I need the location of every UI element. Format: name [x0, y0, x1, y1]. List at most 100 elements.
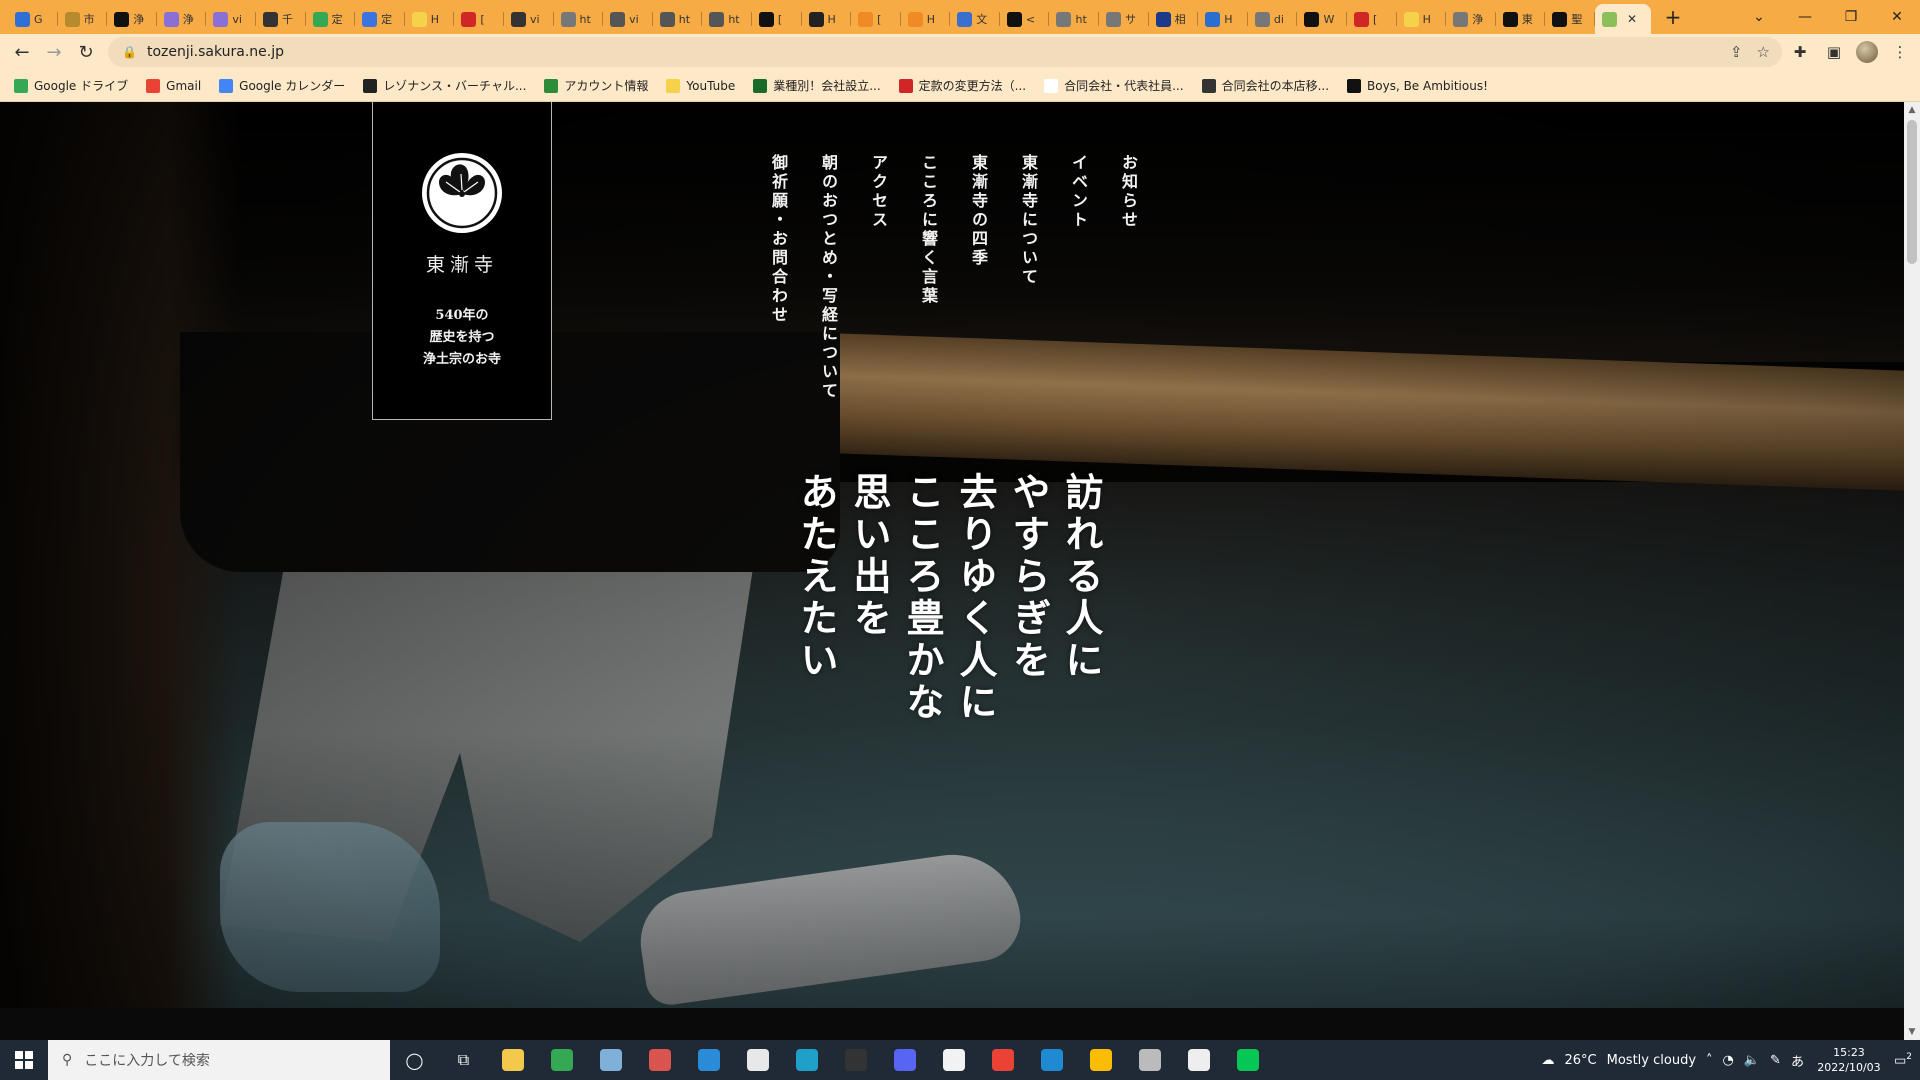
bookmark-item[interactable]: Gmail — [146, 78, 201, 93]
weather-text[interactable]: Mostly cloudy — [1607, 1053, 1696, 1068]
browser-tab[interactable]: ht — [653, 4, 703, 34]
browser-tab[interactable]: 浄 — [157, 4, 207, 34]
new-tab-button[interactable]: + — [1659, 3, 1687, 31]
bookmark-item[interactable]: Boys, Be Ambitious! — [1347, 78, 1488, 93]
taskbar-app-app-red-icon[interactable] — [635, 1040, 684, 1080]
bookmark-item[interactable]: アカウント情報 — [544, 77, 648, 94]
scroll-up-arrow-icon[interactable]: ▲ — [1904, 102, 1920, 118]
start-button[interactable] — [0, 1040, 48, 1080]
browser-tab[interactable]: ✕ — [1595, 4, 1651, 34]
browser-tab[interactable]: 定 — [306, 4, 356, 34]
taskbar-app-notepad-icon[interactable] — [929, 1040, 978, 1080]
browser-tab[interactable]: H — [1397, 4, 1447, 34]
browser-tab[interactable]: 浄 — [1446, 4, 1496, 34]
weather-cloud-icon[interactable]: ☁ — [1542, 1053, 1555, 1068]
taskbar-app-file-explorer-icon[interactable] — [488, 1040, 537, 1080]
taskbar-app-vscode-icon[interactable] — [1027, 1040, 1076, 1080]
cortana-icon[interactable]: ◯ — [390, 1040, 439, 1080]
bookmark-item[interactable]: 合同会社・代表社員... — [1044, 77, 1184, 94]
nav-item-seasons[interactable]: 東漸寺の四季 — [964, 154, 992, 401]
minimize-button[interactable]: — — [1782, 0, 1828, 34]
taskbar-app-terminal-icon[interactable] — [831, 1040, 880, 1080]
taskbar-app-chrome-2-icon[interactable] — [1076, 1040, 1125, 1080]
forward-button[interactable]: → — [38, 36, 70, 68]
bookmark-item[interactable]: 定款の変更方法（... — [898, 77, 1026, 94]
nav-item-news[interactable]: お知らせ — [1114, 154, 1142, 401]
browser-tab[interactable]: ht — [554, 4, 604, 34]
browser-tab[interactable]: H — [405, 4, 455, 34]
nav-item-words[interactable]: こころに響く言葉 — [914, 154, 942, 401]
browser-tab[interactable]: 浄 — [107, 4, 157, 34]
browser-tab[interactable]: [ — [851, 4, 901, 34]
reload-button[interactable]: ↻ — [70, 36, 102, 68]
browser-tab[interactable]: vi — [504, 4, 554, 34]
lock-icon[interactable]: 🔒 — [122, 45, 137, 59]
browser-tab[interactable]: 文 — [950, 4, 1000, 34]
nav-item-events[interactable]: イベント — [1064, 154, 1092, 401]
browser-tab[interactable]: 定 — [355, 4, 405, 34]
browser-tab[interactable]: [ — [752, 4, 802, 34]
network-icon[interactable]: ◔ — [1723, 1053, 1734, 1068]
browser-tab[interactable]: H — [1198, 4, 1248, 34]
bookmark-item[interactable]: 業種別！会社設立... — [753, 77, 881, 94]
tab-search-icon[interactable]: ⌄ — [1736, 0, 1782, 34]
taskbar-app-notes-icon[interactable] — [586, 1040, 635, 1080]
taskbar-app-app-white-icon[interactable] — [1174, 1040, 1223, 1080]
notification-icon[interactable]: ▭2 — [1894, 1052, 1912, 1068]
browser-tab[interactable]: H — [802, 4, 852, 34]
menu-icon[interactable]: ⋮ — [1888, 40, 1912, 64]
taskbar-app-app-gray-icon[interactable] — [1125, 1040, 1174, 1080]
ime-indicator[interactable]: あ — [1791, 1051, 1804, 1070]
browser-tab[interactable]: G — [8, 4, 58, 34]
close-tab-icon[interactable]: ✕ — [1627, 12, 1637, 26]
bookmark-item[interactable]: Google ドライブ — [14, 77, 128, 94]
nav-item-prayer-contact[interactable]: 御祈願・お問合わせ — [764, 154, 792, 401]
pen-icon[interactable]: ✎ — [1770, 1053, 1781, 1068]
taskbar-search[interactable]: ⚲ ここに入力して検索 — [48, 1040, 390, 1080]
browser-tab[interactable]: di — [1248, 4, 1298, 34]
browser-tab[interactable]: 市 — [58, 4, 108, 34]
taskbar-app-discord-icon[interactable] — [880, 1040, 929, 1080]
taskbar-app-chrome-profile-icon[interactable] — [537, 1040, 586, 1080]
browser-tab[interactable]: vi — [206, 4, 256, 34]
browser-tab[interactable]: H — [901, 4, 951, 34]
restore-button[interactable]: ❐ — [1828, 0, 1874, 34]
scroll-down-arrow-icon[interactable]: ▼ — [1904, 1024, 1920, 1040]
browser-tab[interactable]: サ — [1099, 4, 1149, 34]
bookmark-item[interactable]: レゾナンス・バーチャル... — [363, 77, 526, 94]
address-bar[interactable]: 🔒 tozenji.sakura.ne.jp ⇪ ☆ — [108, 37, 1782, 67]
weather-temp[interactable]: 26°C — [1565, 1053, 1597, 1068]
browser-tab[interactable]: 相 — [1149, 4, 1199, 34]
close-window-button[interactable]: ✕ — [1874, 0, 1920, 34]
browser-tab[interactable]: 東 — [1496, 4, 1546, 34]
browser-tab[interactable]: [ — [1347, 4, 1397, 34]
volume-icon[interactable]: 🔈 — [1744, 1053, 1760, 1068]
browser-tab[interactable]: 千 — [256, 4, 306, 34]
task-view-icon[interactable]: ⧉ — [439, 1040, 488, 1080]
taskbar-app-edge-icon[interactable] — [782, 1040, 831, 1080]
browser-tab[interactable]: 聖 — [1545, 4, 1595, 34]
nav-item-about[interactable]: 東漸寺について — [1014, 154, 1042, 401]
browser-tab[interactable]: [ — [454, 4, 504, 34]
bookmark-item[interactable]: Google カレンダー — [219, 77, 345, 94]
bookmark-item[interactable]: YouTube — [666, 78, 735, 93]
browser-tab[interactable]: vi — [603, 4, 653, 34]
taskbar-app-mail-icon[interactable] — [684, 1040, 733, 1080]
site-logo[interactable]: 東漸寺 540年の 歴史を持つ 浄土宗のお寺 — [372, 102, 552, 420]
bookmark-item[interactable]: 合同会社の本店移... — [1201, 77, 1329, 94]
browser-tab[interactable]: ht — [1049, 4, 1099, 34]
taskbar-app-chrome-icon[interactable] — [978, 1040, 1027, 1080]
side-panel-icon[interactable]: ▣ — [1822, 40, 1846, 64]
clock[interactable]: 15:23 2022/10/03 — [1814, 1045, 1884, 1075]
tray-chevron-icon[interactable]: ˄ — [1706, 1053, 1713, 1068]
share-icon[interactable]: ⇪ — [1730, 43, 1743, 61]
profile-avatar[interactable] — [1856, 41, 1878, 63]
scrollbar-thumb[interactable] — [1907, 120, 1917, 264]
browser-tab[interactable]: W — [1297, 4, 1347, 34]
browser-tab[interactable]: ht — [702, 4, 752, 34]
page-scrollbar[interactable]: ▲ ▼ — [1904, 102, 1920, 1040]
nav-item-morning-service[interactable]: 朝のおつとめ・写経について — [814, 154, 842, 401]
nav-item-access[interactable]: アクセス — [864, 154, 892, 401]
extensions-icon[interactable]: ✚ — [1788, 40, 1812, 64]
taskbar-app-line-icon[interactable] — [1223, 1040, 1272, 1080]
